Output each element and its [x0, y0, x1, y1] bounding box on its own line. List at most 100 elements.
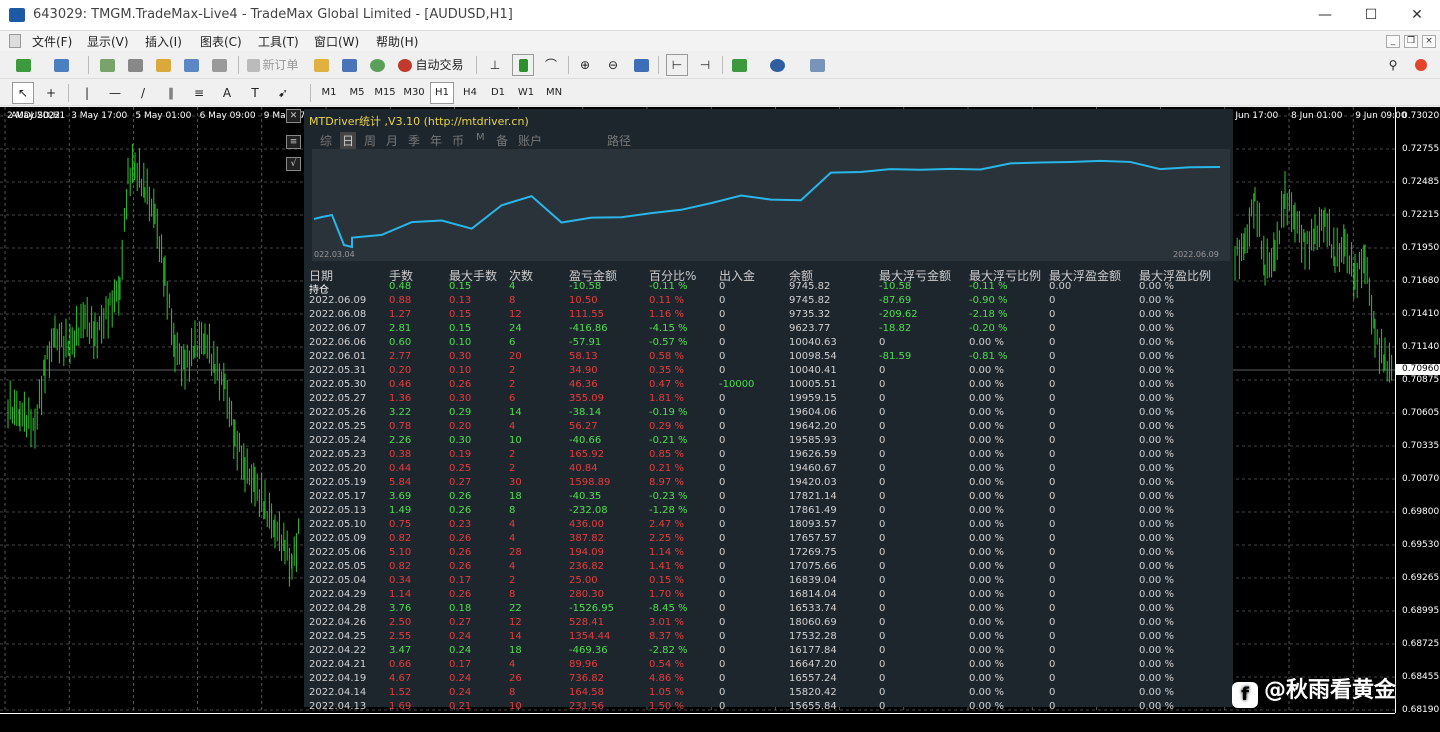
menu-help[interactable]: 帮助(H) — [376, 33, 418, 50]
indicators-icon[interactable] — [728, 54, 750, 76]
timeframe-h1[interactable]: H1 — [430, 82, 454, 104]
minimize-button[interactable]: — — [1302, 3, 1348, 27]
table-cell: 0.00 % — [969, 631, 1004, 642]
auto-scroll-icon[interactable]: ⊢ — [666, 54, 688, 76]
table-cell: 10005.51 — [789, 379, 837, 390]
bar-chart-icon[interactable]: ⊥ — [484, 54, 506, 76]
timeframe-mn[interactable]: MN — [542, 82, 566, 104]
panel-check-icon[interactable]: √ — [286, 157, 301, 171]
timeframe-w1[interactable]: W1 — [514, 82, 538, 104]
text-icon[interactable]: A — [216, 82, 238, 104]
table-cell: 528.41 — [569, 617, 604, 628]
table-cell: 0 — [719, 505, 726, 516]
watermark-text: @秋雨看黄金 — [1264, 678, 1397, 703]
arrows-icon[interactable]: ➹ — [272, 82, 294, 104]
menu-charts[interactable]: 图表(C) — [200, 33, 242, 50]
table-cell: 2022.04.13 — [309, 701, 367, 712]
price-tick-label: 0.72215 — [1402, 210, 1440, 220]
table-cell: 355.09 — [569, 393, 604, 404]
table-cell: 0.30 — [449, 435, 472, 446]
community-icon[interactable] — [338, 54, 360, 76]
horizontal-line-icon[interactable]: — — [104, 82, 126, 104]
new-order-button[interactable]: 新订单 — [244, 54, 302, 76]
table-cell: 0.00 % — [969, 617, 1004, 628]
signals-icon[interactable] — [366, 54, 388, 76]
tab-path[interactable]: 路径 — [607, 132, 631, 149]
new-chart-icon[interactable] — [12, 54, 34, 76]
timeframe-h4[interactable]: H4 — [458, 82, 482, 104]
line-chart-icon[interactable]: ⌒ — [540, 54, 562, 76]
table-cell: 8 — [509, 687, 516, 698]
mdi-restore-button[interactable]: ❐ — [1404, 35, 1418, 48]
strategy-tester-icon[interactable] — [208, 54, 230, 76]
tab-day[interactable]: 日 — [340, 132, 357, 149]
cursor-icon[interactable]: ↖ — [12, 82, 34, 104]
fibonacci-icon[interactable]: ≡ — [188, 82, 210, 104]
market-watch-icon[interactable] — [96, 54, 118, 76]
mdi-minimize-button[interactable]: _ — [1386, 35, 1400, 48]
close-button[interactable]: ✕ — [1394, 3, 1440, 27]
menu-file[interactable]: 文件(F) — [32, 33, 72, 50]
table-cell: 4.67 — [389, 673, 412, 684]
table-cell: 0 — [1049, 323, 1056, 334]
trendline-icon[interactable]: / — [132, 82, 154, 104]
templates-icon[interactable] — [806, 54, 828, 76]
menu-tools[interactable]: 工具(T) — [258, 33, 299, 50]
navigator-icon[interactable] — [152, 54, 174, 76]
panel-collapse-icon[interactable]: ≡ — [286, 135, 301, 149]
auto-trading-button[interactable]: 自动交易 — [394, 54, 468, 76]
menu-view[interactable]: 显示(V) — [87, 33, 129, 50]
menu-insert[interactable]: 插入(I) — [145, 33, 182, 50]
timeframe-m15[interactable]: M15 — [373, 82, 397, 104]
table-cell: 0 — [879, 379, 886, 390]
mdi-close-button[interactable]: × — [1422, 35, 1436, 48]
tab-summary[interactable]: 综 — [320, 132, 332, 149]
tab-m[interactable]: M — [476, 132, 485, 143]
zoom-in-icon[interactable]: ⊕ — [574, 54, 596, 76]
timeframe-m5[interactable]: M5 — [345, 82, 369, 104]
crosshair-icon[interactable]: + — [40, 82, 62, 104]
vertical-line-icon[interactable]: | — [76, 82, 98, 104]
search-icon[interactable]: ⚲ — [1382, 54, 1404, 76]
panel-close-icon[interactable]: ✕ — [286, 109, 301, 123]
maximize-button[interactable]: ☐ — [1348, 3, 1394, 27]
tab-currency[interactable]: 币 — [452, 132, 464, 149]
zoom-out-icon[interactable]: ⊖ — [602, 54, 624, 76]
price-tick-label: 0.72485 — [1402, 177, 1440, 187]
text-label-icon[interactable]: T — [244, 82, 266, 104]
table-cell: 0.20 — [389, 365, 412, 376]
tab-month[interactable]: 月 — [386, 132, 398, 149]
table-cell: 16177.84 — [789, 645, 837, 656]
profiles-icon[interactable] — [50, 54, 72, 76]
tab-backup[interactable]: 备 — [496, 132, 508, 149]
table-cell: 0.00 % — [969, 701, 1004, 712]
table-cell: 0 — [1049, 589, 1056, 600]
notifications-icon[interactable] — [1410, 54, 1432, 76]
table-cell: 0 — [719, 631, 726, 642]
menu-window[interactable]: 窗口(W) — [314, 33, 359, 50]
standard-toolbar: 新订单 自动交易 ⊥ ⌒ ⊕ ⊖ ⊢ ⊣ ⚲ — [0, 52, 1440, 79]
candlestick-icon[interactable] — [512, 54, 534, 76]
metaeditor-icon[interactable] — [310, 54, 332, 76]
timeframe-d1[interactable]: D1 — [486, 82, 510, 104]
tab-account[interactable]: 账户 — [518, 132, 542, 149]
chart-shift-icon[interactable]: ⊣ — [694, 54, 716, 76]
tab-quarter[interactable]: 季 — [408, 132, 420, 149]
tab-year[interactable]: 年 — [430, 132, 442, 149]
tile-windows-icon[interactable] — [630, 54, 652, 76]
table-cell: 2022.06.01 — [309, 351, 367, 362]
table-cell: 0.00 % — [1139, 295, 1174, 306]
table-cell: 0.60 — [389, 337, 412, 348]
table-cell: 9623.77 — [789, 323, 831, 334]
equidistant-channel-icon[interactable]: ∥ — [160, 82, 182, 104]
tab-week[interactable]: 周 — [364, 132, 376, 149]
title-bar: 643029: TMGM.TradeMax-Live4 - TradeMax G… — [0, 0, 1440, 31]
periods-icon[interactable] — [766, 54, 788, 76]
timeframe-m1[interactable]: M1 — [317, 82, 341, 104]
table-cell: 2 — [509, 575, 516, 586]
table-cell: 58.13 — [569, 351, 598, 362]
timeframe-m30[interactable]: M30 — [401, 82, 427, 104]
data-window-icon[interactable] — [124, 54, 146, 76]
table-cell: 0.00 % — [969, 589, 1004, 600]
terminal-icon[interactable] — [180, 54, 202, 76]
